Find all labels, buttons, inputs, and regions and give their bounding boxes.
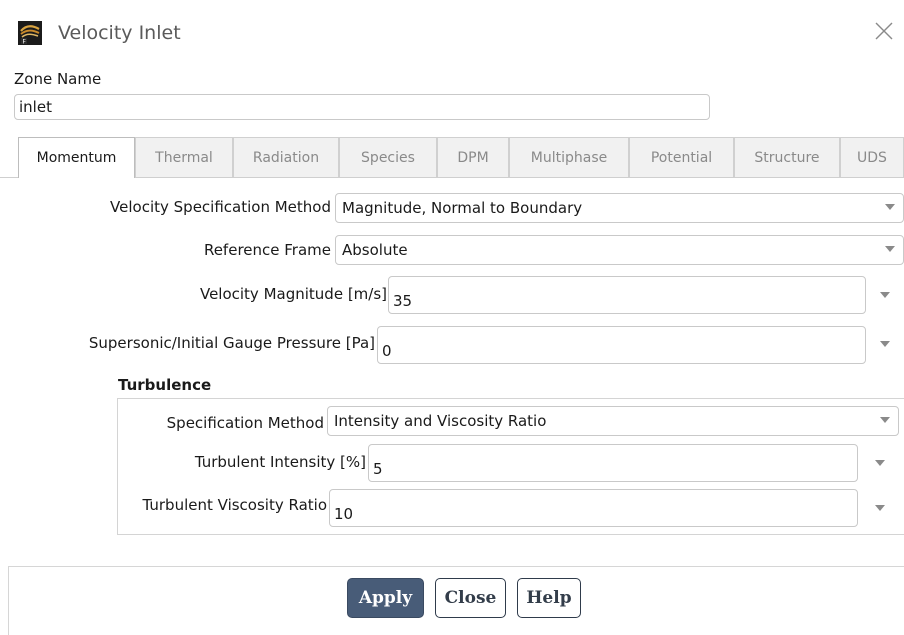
gauge-pressure-input[interactable] [377, 326, 866, 364]
tab-momentum[interactable]: Momentum [18, 137, 135, 178]
tab-radiation[interactable]: Radiation [233, 137, 339, 177]
svg-text:F: F [23, 39, 27, 46]
tab-potential[interactable]: Potential [629, 137, 734, 177]
turbulent-intensity-label: Turbulent Intensity [%] [194, 453, 366, 471]
reference-frame-dropdown[interactable]: Absolute [335, 235, 904, 265]
velocity-magnitude-label: Velocity Magnitude [m/s] [199, 285, 387, 303]
turbulent-viscosity-ratio-label: Turbulent Viscosity Ratio [142, 496, 328, 514]
velocity-magnitude-options-icon[interactable] [880, 292, 890, 298]
chevron-down-icon [885, 204, 895, 210]
tab-uds[interactable]: UDS [840, 137, 904, 177]
velocity-spec-label: Velocity Specification Method [110, 198, 331, 216]
reference-frame-value: Absolute [342, 241, 408, 259]
turbulent-viscosity-ratio-input[interactable] [329, 489, 858, 527]
tab-thermal[interactable]: Thermal [135, 137, 233, 177]
tab-structure[interactable]: Structure [734, 137, 840, 177]
chevron-down-icon [880, 417, 890, 423]
footer-edge [8, 566, 9, 635]
close-button[interactable]: Close [435, 578, 506, 618]
chevron-down-icon [885, 246, 895, 252]
zone-name-label: Zone Name [14, 70, 102, 88]
tab-bar-divider [0, 177, 904, 178]
close-icon[interactable] [873, 20, 895, 42]
velocity-spec-dropdown[interactable]: Magnitude, Normal to Boundary [335, 193, 904, 223]
velocity-magnitude-input[interactable] [388, 276, 866, 314]
zone-name-input[interactable] [14, 94, 710, 120]
turbulence-group-title: Turbulence [118, 376, 212, 394]
gauge-pressure-options-icon[interactable] [880, 341, 890, 347]
turbulent-intensity-input[interactable] [368, 444, 858, 482]
window-title: Velocity Inlet [58, 22, 181, 44]
tab-species[interactable]: Species [339, 137, 437, 177]
footer-divider [8, 566, 904, 567]
ansys-fluent-icon: F [18, 21, 42, 46]
turbulent-viscosity-ratio-options-icon[interactable] [875, 505, 885, 511]
help-button[interactable]: Help [517, 578, 581, 618]
apply-button[interactable]: Apply [347, 578, 424, 618]
turbulence-spec-method-value: Intensity and Viscosity Ratio [334, 412, 547, 430]
tab-multiphase[interactable]: Multiphase [509, 137, 629, 177]
turbulence-spec-method-label: Specification Method [166, 414, 324, 432]
gauge-pressure-label: Supersonic/Initial Gauge Pressure [Pa] [88, 334, 375, 352]
turbulence-spec-method-dropdown[interactable]: Intensity and Viscosity Ratio [327, 406, 899, 436]
turbulent-intensity-options-icon[interactable] [875, 460, 885, 466]
tab-dpm[interactable]: DPM [437, 137, 509, 177]
reference-frame-label: Reference Frame [203, 241, 331, 259]
velocity-spec-value: Magnitude, Normal to Boundary [342, 199, 583, 217]
